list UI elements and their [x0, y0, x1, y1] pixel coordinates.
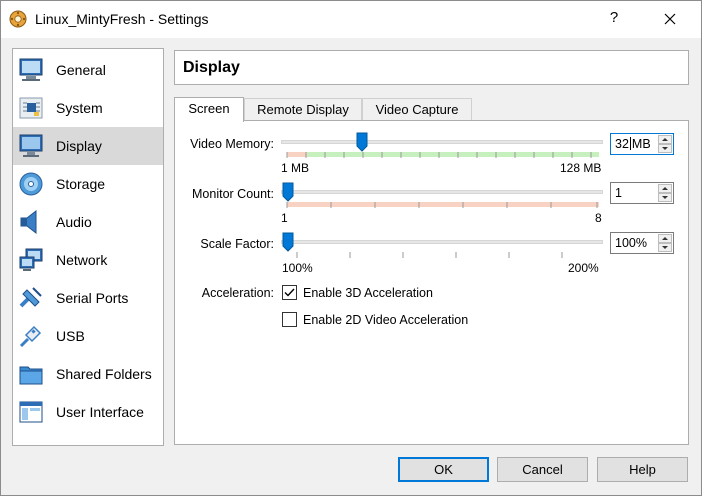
- cancel-button[interactable]: Cancel: [497, 457, 588, 482]
- monitor-count-slider-track[interactable]: [281, 190, 603, 194]
- enable-2d-checkbox[interactable]: [282, 312, 297, 327]
- enable-2d-label[interactable]: Enable 2D Video Acceleration: [303, 313, 468, 327]
- scale-factor-min-label: 100%: [282, 261, 313, 275]
- spin-down-icon[interactable]: [658, 193, 672, 202]
- spin-up-icon[interactable]: [658, 184, 672, 193]
- sidebar-item-storage[interactable]: Storage: [13, 165, 163, 203]
- page-title: Display: [183, 59, 240, 76]
- sidebar-item-user-interface[interactable]: User Interface: [13, 393, 163, 431]
- video-memory-min-label: 1 MB: [281, 161, 310, 175]
- monitor-count-min-label: 1: [281, 211, 288, 225]
- title-help-button[interactable]: ?: [604, 9, 624, 26]
- sidebar-item-display[interactable]: Display: [13, 127, 163, 165]
- sidebar-item-label: Serial Ports: [56, 290, 129, 306]
- settings-sidebar: General System Display Storage Audio Net…: [12, 48, 164, 446]
- video-memory-slider-track[interactable]: [281, 140, 603, 144]
- sidebar-item-general[interactable]: General: [13, 51, 163, 89]
- monitor-count-spinbox[interactable]: 1: [610, 182, 674, 204]
- sidebar-item-audio[interactable]: Audio: [13, 203, 163, 241]
- sidebar-item-label: Audio: [56, 214, 92, 230]
- video-memory-value: 32 MB: [615, 137, 651, 151]
- sidebar-item-label: User Interface: [56, 404, 144, 420]
- tab-remote-display[interactable]: Remote Display: [244, 98, 362, 121]
- video-memory-label: Video Memory:: [190, 137, 274, 151]
- video-memory-spinbox[interactable]: 32 MB: [610, 133, 674, 155]
- scale-factor-value: 100%: [615, 236, 647, 250]
- title-bar: Linux_MintyFresh - Settings ?: [0, 0, 702, 38]
- spin-down-icon[interactable]: [658, 144, 672, 153]
- checkmark-icon: [284, 288, 295, 297]
- sidebar-item-label: General: [56, 62, 106, 78]
- sidebar-item-label: Storage: [56, 176, 106, 192]
- video-memory-ticks: [286, 152, 592, 158]
- monitor-count-spin-buttons: [658, 184, 672, 202]
- tab-screen[interactable]: Screen: [174, 97, 244, 122]
- enable-3d-label[interactable]: Enable 3D Acceleration: [303, 286, 433, 300]
- window-ui-icon: [19, 401, 43, 423]
- scale-factor-ticks: [296, 252, 563, 258]
- monitor-count-value: 1: [615, 186, 622, 200]
- enable-3d-checkbox[interactable]: [282, 285, 297, 300]
- spin-up-icon[interactable]: [658, 135, 672, 144]
- tab-video-capture[interactable]: Video Capture: [362, 98, 472, 121]
- acceleration-label: Acceleration:: [201, 286, 274, 300]
- scale-factor-spinbox[interactable]: 100%: [610, 232, 674, 254]
- scale-factor-spin-buttons: [658, 234, 672, 252]
- sidebar-item-usb[interactable]: USB: [13, 317, 163, 355]
- sidebar-item-label: Shared Folders: [56, 366, 152, 382]
- video-memory-slider-thumb[interactable]: [356, 132, 368, 152]
- sidebar-item-shared-folders[interactable]: Shared Folders: [13, 355, 163, 393]
- scale-factor-slider-track[interactable]: [281, 240, 603, 244]
- page-header: Display: [174, 50, 689, 85]
- spin-down-icon[interactable]: [658, 243, 672, 252]
- sidebar-item-label: System: [56, 100, 103, 116]
- scale-factor-max-label: 200%: [568, 261, 599, 275]
- spin-up-icon[interactable]: [658, 234, 672, 243]
- monitor-count-ticks: [286, 202, 598, 208]
- screen-tab-panel: [174, 120, 689, 445]
- sidebar-item-system[interactable]: System: [13, 89, 163, 127]
- sidebar-item-label: Display: [56, 138, 102, 154]
- help-button[interactable]: Help: [597, 457, 688, 482]
- sidebar-item-label: Network: [56, 252, 108, 268]
- video-memory-max-label: 128 MB: [560, 161, 602, 175]
- display-monitor-icon: [19, 134, 43, 157]
- folder-icon: [19, 366, 43, 385]
- sidebar-item-serial-ports[interactable]: Serial Ports: [13, 279, 163, 317]
- general-monitor-icon: [19, 58, 43, 81]
- close-icon[interactable]: [658, 7, 682, 31]
- network-icon: [19, 248, 43, 271]
- monitor-count-label: Monitor Count:: [192, 187, 274, 201]
- sidebar-item-label: USB: [56, 328, 85, 344]
- sidebar-item-network[interactable]: Network: [13, 241, 163, 279]
- chip-icon: [19, 97, 43, 119]
- monitor-count-max-label: 8: [595, 211, 602, 225]
- usb-plug-icon: [19, 325, 42, 348]
- virtualbox-app-icon: [9, 10, 27, 28]
- scale-factor-label: Scale Factor:: [200, 237, 274, 251]
- scale-factor-slider-thumb[interactable]: [282, 232, 294, 252]
- speaker-icon: [20, 209, 37, 235]
- window-title: Linux_MintyFresh - Settings: [35, 11, 209, 27]
- video-memory-spin-buttons: [658, 135, 672, 153]
- ok-button[interactable]: OK: [398, 457, 489, 482]
- disc-icon: [19, 172, 43, 196]
- serial-cable-icon: [19, 287, 42, 308]
- monitor-count-slider-thumb[interactable]: [282, 182, 294, 202]
